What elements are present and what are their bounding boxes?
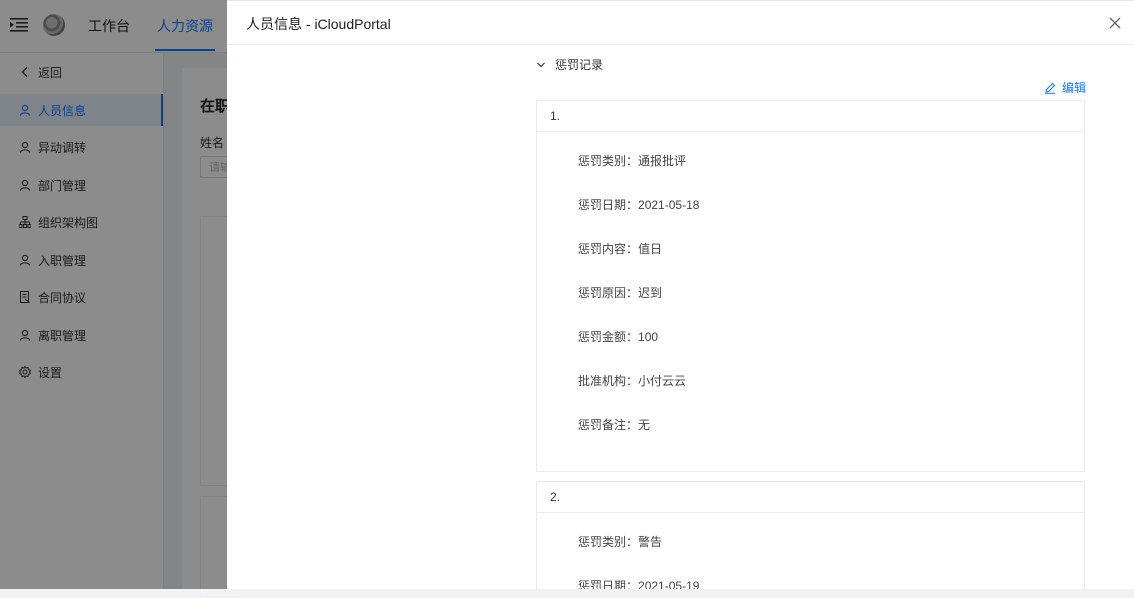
- record-card-header: 1.: [537, 101, 1084, 132]
- field-value: 值日: [638, 242, 663, 256]
- section-title: 惩罚记录: [555, 58, 604, 72]
- field-punishment-content: 惩罚内容：值日: [578, 242, 663, 256]
- field-label: 惩罚日期: [578, 579, 627, 589]
- field-punishment-type: 惩罚类别：警告: [578, 535, 663, 549]
- field-value: 2021-05-19: [638, 579, 700, 589]
- close-icon[interactable]: [1108, 16, 1122, 30]
- edit-button[interactable]: 编辑: [1044, 79, 1086, 96]
- field-label: 批准机构: [578, 374, 627, 388]
- field-value: 小付云云: [638, 374, 687, 388]
- field-value: 迟到: [638, 286, 663, 300]
- field-value: 无: [638, 418, 651, 432]
- field-punishment-amount: 惩罚金额：100: [578, 330, 659, 344]
- drawer-header: 人员信息 - iCloudPortal: [227, 1, 1134, 45]
- field-label: 惩罚日期: [578, 198, 627, 212]
- field-value: 2021-05-18: [638, 198, 700, 212]
- punishment-record-card: 2. 惩罚类别：警告 惩罚日期：2021-05-19: [536, 481, 1085, 589]
- field-label: 惩罚原因: [578, 286, 627, 300]
- field-label: 惩罚金额: [578, 330, 627, 344]
- drawer-title: 人员信息 - iCloudPortal: [246, 16, 391, 32]
- record-card-header: 2.: [537, 482, 1084, 513]
- record-index: 1.: [550, 109, 561, 123]
- record-index: 2.: [550, 490, 561, 504]
- field-approving-org: 批准机构：小付云云: [578, 374, 687, 388]
- field-label: 惩罚类别: [578, 535, 627, 549]
- field-punishment-date: 惩罚日期：2021-05-19: [578, 577, 699, 589]
- field-value: 警告: [638, 535, 663, 549]
- punishment-record-card: 1. 惩罚类别：通报批评 惩罚日期：2021-05-18 惩罚内容：值日 惩罚原…: [536, 100, 1085, 472]
- edit-label: 编辑: [1062, 81, 1087, 95]
- staff-info-drawer: 人员信息 - iCloudPortal 惩罚记录 编辑 1. 惩罚类别：通报批评…: [227, 0, 1134, 589]
- field-value: 通报批评: [638, 154, 687, 168]
- field-value: 100: [638, 330, 659, 344]
- chevron-down-icon: [537, 62, 545, 67]
- punishment-section-toggle[interactable]: 惩罚记录: [536, 56, 603, 73]
- field-label: 惩罚备注: [578, 418, 627, 432]
- field-punishment-date: 惩罚日期：2021-05-18: [578, 198, 700, 212]
- field-punishment-remark: 惩罚备注：无: [578, 418, 651, 432]
- field-label: 惩罚内容: [578, 242, 627, 256]
- field-label: 惩罚类别: [578, 154, 627, 168]
- field-punishment-type: 惩罚类别：通报批评: [578, 154, 687, 168]
- field-punishment-reason: 惩罚原因：迟到: [578, 286, 663, 300]
- edit-icon: [1045, 82, 1056, 94]
